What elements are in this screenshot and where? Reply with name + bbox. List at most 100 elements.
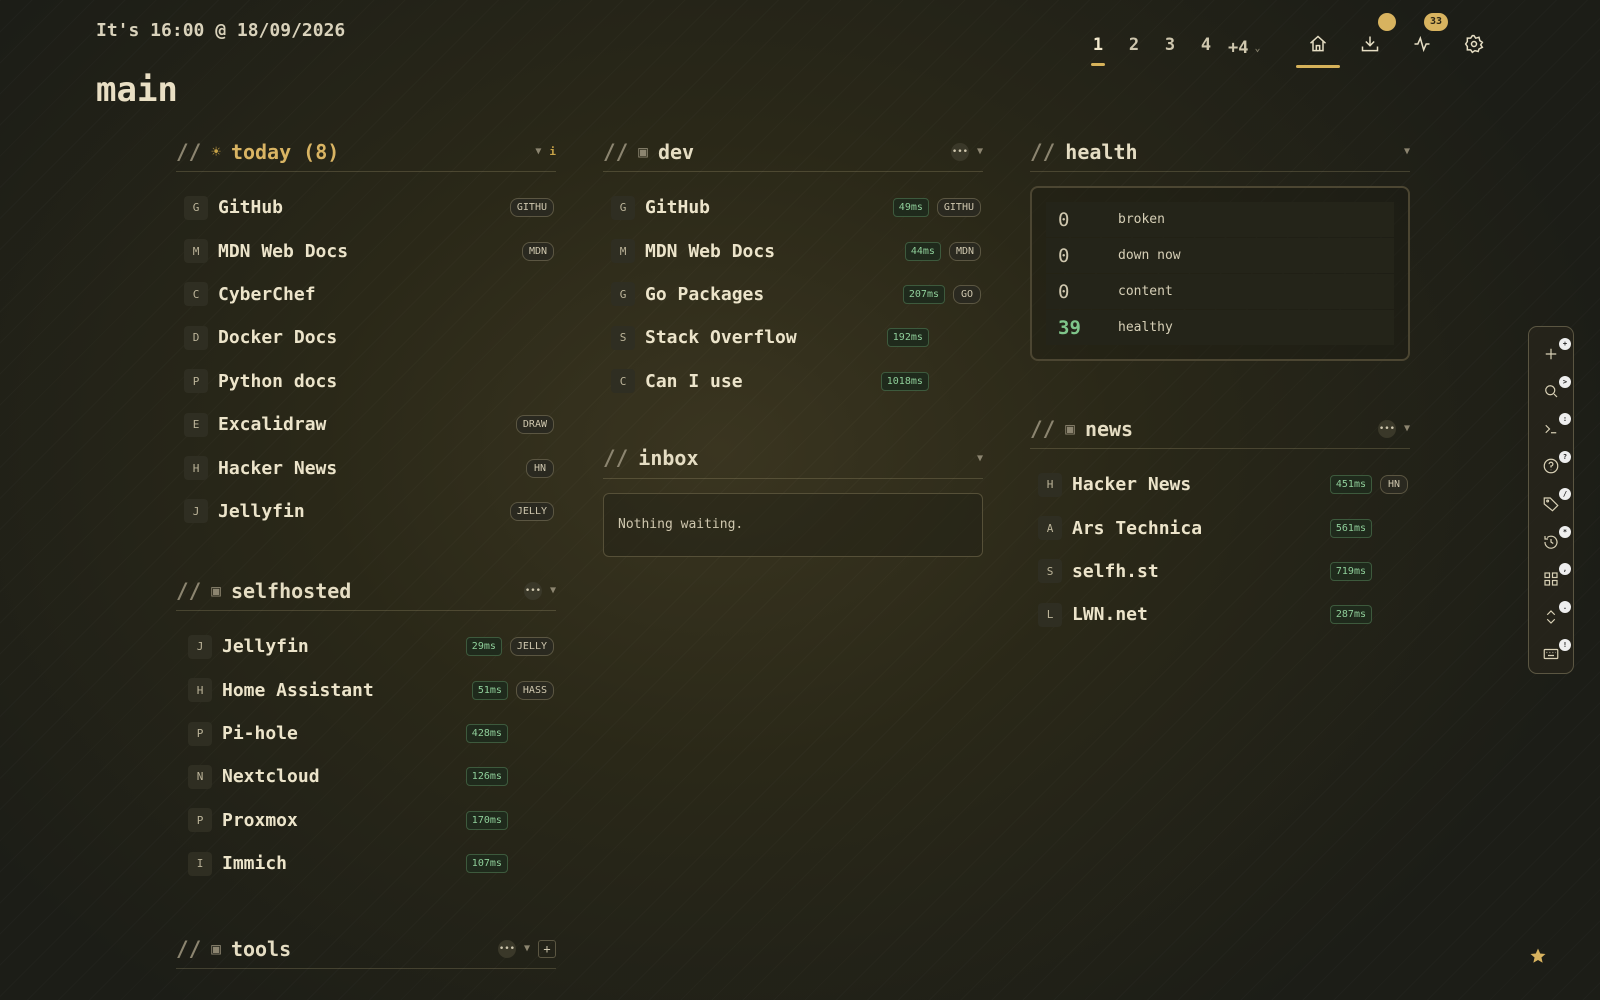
health-label: content (1118, 284, 1173, 299)
dock-history-button[interactable]: * (1533, 523, 1571, 561)
latency-badge: 49ms (892, 198, 929, 218)
list-item[interactable]: M MDN Web Docs 44ms MDN (603, 229, 983, 272)
workspace-tab-4[interactable]: 4 (1188, 30, 1224, 66)
link-name: Proxmox (222, 809, 298, 831)
section-inbox: // inbox ▼ Nothing waiting. (603, 443, 983, 557)
list-item[interactable]: G GitHub 49ms GITHU (603, 186, 983, 229)
list-item[interactable]: IImmich107msHASS (176, 842, 556, 885)
list-item[interactable]: J Jellyfin 29ms JELLY (176, 625, 556, 668)
collapse-caret-icon[interactable]: ▼ (977, 453, 983, 464)
list-item[interactable]: SStack Overflow192msGITHU (603, 316, 983, 359)
section-slashes: // (176, 578, 202, 603)
list-item[interactable]: P Python docs (176, 360, 556, 403)
workspace-more-button[interactable]: +4 ⌄ (1228, 30, 1261, 66)
workspace-tab-2[interactable]: 2 (1116, 30, 1152, 66)
page-title: main (96, 70, 178, 110)
link-initial: G (611, 282, 635, 307)
shortcut-key: * (1559, 525, 1571, 538)
latency-badge: 207ms (902, 284, 945, 304)
activity-badge: 33 (1424, 13, 1448, 31)
list-item[interactable]: LLWN.net287msHN (1030, 593, 1410, 636)
collapse-caret-icon[interactable]: ▼ (524, 943, 530, 954)
status-dot (1378, 13, 1396, 31)
link-name: GitHub (218, 197, 284, 219)
collapse-caret-icon[interactable]: ▼ (1404, 423, 1410, 434)
dock-keyboard-button[interactable]: ! (1533, 636, 1571, 674)
list-item[interactable]: NNextcloud126msHASS (176, 755, 556, 798)
more-options-icon[interactable]: ••• (523, 581, 542, 600)
list-item[interactable]: PProxmox170msHASS (176, 799, 556, 842)
section-title: inbox (638, 446, 699, 471)
folder-icon: ▣ (211, 581, 221, 601)
section-slashes: // (1030, 416, 1056, 441)
link-initial: A (1038, 516, 1062, 541)
more-options-icon[interactable]: ••• (950, 142, 969, 161)
dock-add-button[interactable]: + (1533, 335, 1571, 373)
link-initial: G (611, 195, 635, 220)
dock-search-button[interactable]: > (1533, 373, 1571, 411)
link-name: Jellyfin (218, 500, 305, 522)
list-item[interactable]: PPi-hole428msHASS (176, 712, 556, 755)
list-item[interactable]: CCan I use1018msGITHU (603, 360, 983, 403)
search-icon (1545, 385, 1558, 398)
list-item[interactable]: G Go Packages 207ms GO (603, 273, 983, 316)
list-item[interactable]: H Hacker News 451ms HN (1030, 463, 1410, 506)
list-item[interactable]: G GitHub GITHU (176, 186, 556, 229)
favorites-button[interactable] (1514, 940, 1562, 972)
list-item[interactable]: Sselfh.st719msHN (1030, 550, 1410, 593)
link-initial: M (611, 239, 635, 264)
link-name: Home Assistant (222, 679, 374, 701)
dock-tags-button[interactable]: / (1533, 485, 1571, 523)
dock-sort-button[interactable]: . (1533, 598, 1571, 636)
link-name: selfh.st (1072, 560, 1159, 582)
health-summary: 0 broken 0 down now 0 content 39 healthy (1030, 186, 1410, 361)
chevron-down-icon: ⌄ (1254, 42, 1261, 54)
collapse-caret-icon[interactable]: ▼ (977, 146, 983, 157)
list-item[interactable]: D Docker Docs (176, 316, 556, 359)
list-item[interactable]: H Hacker News HN (176, 446, 556, 489)
info-icon[interactable]: i (549, 145, 556, 158)
latency-badge: 451ms (1329, 475, 1372, 495)
section-news: // ▣ news ••• ▼ H Hacker News 451ms HN A Ars… (1030, 413, 1410, 637)
workspace-tab-3[interactable]: 3 (1152, 30, 1188, 66)
health-count: 0 (1058, 244, 1070, 267)
more-options-icon[interactable]: ••• (1377, 419, 1396, 438)
inbox-empty-state: Nothing waiting. (603, 492, 983, 557)
link-name: MDN Web Docs (218, 240, 349, 262)
collapse-caret-icon[interactable]: ▼ (535, 146, 541, 157)
list-item[interactable]: E Excalidraw DRAW (176, 403, 556, 446)
workspace-tab-1[interactable]: 1 (1080, 30, 1116, 66)
link-name: LWN.net (1072, 604, 1148, 626)
list-item[interactable]: J Jellyfin JELLY (176, 490, 556, 533)
link-initial: P (184, 369, 208, 394)
more-options-icon[interactable]: ••• (497, 939, 516, 958)
list-item[interactable]: AArs Technica561msHN (1030, 506, 1410, 549)
terminal-icon (1545, 424, 1557, 434)
list-item[interactable]: M MDN Web Docs MDN (176, 229, 556, 272)
health-count: 39 (1058, 316, 1081, 339)
dock-grid-button[interactable]: , (1533, 560, 1571, 598)
settings-button[interactable] (1448, 24, 1500, 64)
link-name: Python docs (218, 370, 338, 392)
section-header: // inbox ▼ (603, 443, 983, 479)
list-item[interactable]: C CyberChef (176, 273, 556, 316)
section-slashes: // (603, 446, 629, 471)
home-button[interactable] (1292, 24, 1344, 68)
section-slashes: // (1030, 139, 1056, 164)
dock-terminal-button[interactable]: : (1533, 410, 1571, 448)
health-label: broken (1118, 212, 1165, 227)
add-link-button[interactable]: + (538, 939, 556, 958)
link-name: Immich (222, 853, 288, 875)
section-header: // ▣ tools ••• ▼ + (176, 933, 556, 970)
list-item[interactable]: H Home Assistant 51ms HASS (176, 669, 556, 712)
collapse-caret-icon[interactable]: ▼ (1404, 146, 1410, 157)
section-title: health (1065, 139, 1138, 164)
section-tools: // ▣ tools ••• ▼ + (176, 933, 556, 970)
link-initial: H (1038, 472, 1062, 497)
link-initial: M (184, 239, 208, 264)
link-initial: C (184, 282, 208, 307)
dock-help-button[interactable]: ? (1533, 448, 1571, 486)
shortcut-tag: GITHU (936, 198, 981, 218)
collapse-caret-icon[interactable]: ▼ (550, 585, 556, 596)
shortcut-key: ? (1559, 450, 1571, 463)
